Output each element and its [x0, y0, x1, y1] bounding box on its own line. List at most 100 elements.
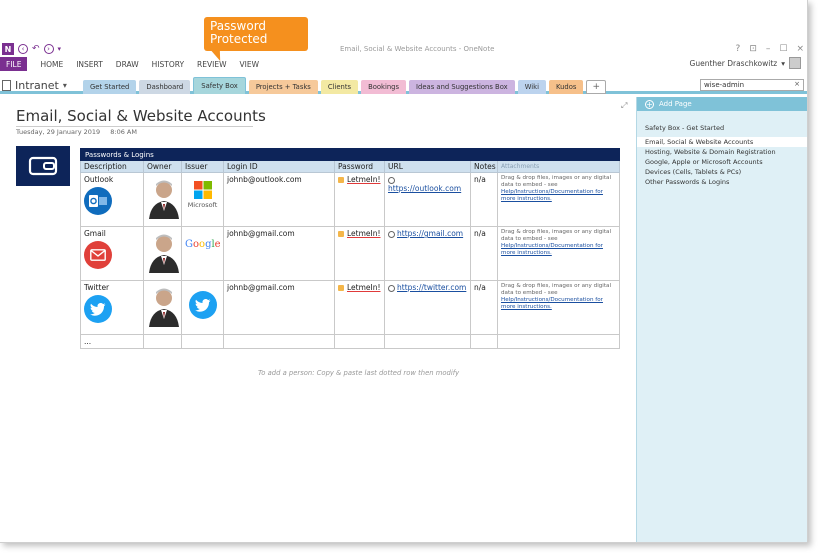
search-input[interactable]: wise-admin × — [700, 79, 804, 91]
url-link[interactable]: https://outlook.com — [388, 184, 461, 193]
gmail-icon — [84, 241, 112, 269]
help-icon[interactable]: ? — [736, 44, 741, 54]
clear-search-icon[interactable]: × — [794, 80, 800, 88]
url-link[interactable]: https://gmail.com — [397, 229, 463, 238]
page-item-hosting-website-domain[interactable]: Hosting, Website & Domain Registration — [637, 147, 807, 157]
table-row: Outlook Microsoft johnb@outlook.com Letm… — [80, 172, 621, 227]
owner-cell — [143, 172, 182, 227]
window-title: Email, Social & Website Accounts - OneNo… — [340, 45, 495, 53]
url-cell: https://twitter.com — [384, 280, 471, 335]
col-description: Description — [80, 160, 144, 173]
col-owner: Owner — [143, 160, 182, 173]
title-underline — [16, 126, 253, 127]
tab-get-started[interactable]: Get Started — [83, 80, 137, 94]
page-item-google-apple-microsoft[interactable]: Google, Apple or Microsoft Accounts — [637, 157, 807, 167]
page-list-pane: + Add Page Safety Box - Get Started Emai… — [636, 97, 807, 542]
window-controls: ? ⊡ – ☐ × — [736, 44, 804, 54]
col-url: URL — [384, 160, 471, 173]
issuer-name: Microsoft — [187, 201, 218, 209]
user-name: Guenther Draschkowitz — [689, 58, 778, 68]
tab-home[interactable]: HOME — [40, 60, 63, 69]
section-tabs: Get Started Dashboard Safety Box Project… — [83, 77, 606, 94]
link-icon — [388, 284, 395, 292]
notes-cell[interactable]: n/a — [470, 226, 498, 281]
login-id-cell[interactable]: johnb@gmail.com — [223, 280, 335, 335]
description-cell[interactable]: Twitter — [80, 280, 144, 335]
template-row: ... — [80, 334, 621, 349]
page-item-email-social-website[interactable]: Email, Social & Website Accounts — [637, 137, 807, 147]
login-id-cell[interactable]: johnb@outlook.com — [223, 172, 335, 227]
tab-wiki[interactable]: Wiki — [517, 80, 546, 94]
description-cell[interactable]: Gmail — [80, 226, 144, 281]
page-title[interactable]: Email, Social & Website Accounts — [16, 107, 266, 125]
url-link[interactable]: https://twitter.com — [397, 283, 466, 292]
password-cell[interactable]: LetmeIn! — [334, 226, 385, 281]
tab-kudos[interactable]: Kudos — [548, 80, 584, 94]
google-logo: Google — [185, 239, 221, 250]
add-page-icon: + — [645, 99, 654, 109]
password-cell[interactable]: LetmeIn! — [334, 280, 385, 335]
tab-history[interactable]: HISTORY — [152, 60, 184, 69]
page-item-devices[interactable]: Devices (Cells, Tablets & PCs) — [637, 167, 807, 177]
quick-access-toolbar: N ‹ ↶ › ▾ — [2, 42, 61, 56]
title-bar: N ‹ ↶ › ▾ Email, Social & Website Accoun… — [0, 0, 807, 57]
maximize-icon[interactable]: ☐ — [779, 44, 787, 54]
back-icon[interactable]: ‹ — [18, 44, 28, 54]
chevron-down-icon: ▾ — [62, 81, 67, 90]
expand-icon[interactable]: ⤢ — [621, 101, 627, 111]
help-link[interactable]: Help/Instructions/Documentation for more… — [501, 297, 616, 311]
close-icon[interactable]: × — [796, 44, 804, 54]
password-cell[interactable]: LetmeIn! — [334, 172, 385, 227]
lock-icon — [338, 177, 344, 183]
notes-cell[interactable]: n/a — [470, 172, 498, 227]
table-title: Passwords & Logins — [79, 148, 621, 161]
page-item-safety-box-get-started[interactable]: Safety Box - Get Started — [637, 123, 807, 133]
minimize-icon[interactable]: – — [766, 44, 771, 54]
login-id-cell[interactable]: johnb@gmail.com — [223, 226, 335, 281]
attachments-cell[interactable]: Drag & drop files, images or any digital… — [496, 280, 621, 335]
col-notes: Notes — [470, 160, 498, 173]
tab-dashboard[interactable]: Dashboard — [139, 80, 191, 94]
description-cell[interactable]: Outlook — [80, 172, 144, 227]
notebook-selector[interactable]: Intranet ▾ — [2, 79, 67, 92]
tab-insert[interactable]: INSERT — [76, 60, 103, 69]
tab-ideas-suggestions[interactable]: Ideas and Suggestions Box — [409, 80, 515, 94]
tab-view[interactable]: VIEW — [240, 60, 260, 69]
attachments-cell[interactable]: Drag & drop files, images or any digital… — [496, 226, 621, 281]
col-login-id: Login ID — [223, 160, 335, 173]
col-password: Password — [334, 160, 385, 173]
search-value: wise-admin — [704, 81, 745, 89]
col-attachments: Attachments — [496, 160, 621, 173]
page-item-other-passwords[interactable]: Other Passwords & Logins — [637, 177, 807, 187]
template-cell[interactable]: ... — [80, 334, 144, 349]
table-row: Gmail Google johnb@gmail.com LetmeIn! ht… — [80, 226, 621, 281]
tab-projects-tasks[interactable]: Projects + Tasks — [248, 80, 318, 94]
owner-photo — [147, 285, 181, 327]
file-tab[interactable]: FILE — [0, 57, 28, 71]
user-account[interactable]: Guenther Draschkowitz ▾ — [690, 57, 801, 69]
tab-safety-box[interactable]: Safety Box — [193, 77, 246, 94]
user-caret-icon: ▾ — [781, 58, 785, 68]
lock-icon — [338, 231, 344, 237]
attachments-cell[interactable]: Drag & drop files, images or any digital… — [496, 172, 621, 227]
ribbon-display-icon[interactable]: ⊡ — [749, 44, 757, 54]
tab-clients[interactable]: Clients — [320, 80, 359, 94]
onenote-window: N ‹ ↶ › ▾ Email, Social & Website Accoun… — [0, 0, 808, 543]
tab-review[interactable]: REVIEW — [197, 60, 226, 69]
customize-qat-icon[interactable]: ▾ — [58, 45, 62, 53]
password-protected-callout: Password Protected — [204, 17, 308, 51]
owner-cell — [143, 226, 182, 281]
add-page-button[interactable]: + Add Page — [637, 97, 807, 111]
undo-icon[interactable]: ↶ — [32, 44, 40, 54]
issuer-cell: Microsoft — [181, 172, 224, 227]
tab-bookings[interactable]: Bookings — [361, 80, 407, 94]
notes-cell[interactable]: n/a — [470, 280, 498, 335]
ribbon-tabs: FILE HOME INSERT DRAW HISTORY REVIEW VIE… — [0, 57, 807, 71]
help-link[interactable]: Help/Instructions/Documentation for more… — [501, 189, 616, 203]
add-section-button[interactable]: + — [586, 80, 606, 94]
dock-icon[interactable]: › — [43, 44, 54, 54]
help-link[interactable]: Help/Instructions/Documentation for more… — [501, 243, 616, 257]
wallet-icon — [16, 146, 70, 186]
tab-draw[interactable]: DRAW — [116, 60, 139, 69]
page-canvas[interactable]: ⤢ Email, Social & Website Accounts Tuesd… — [0, 97, 636, 542]
